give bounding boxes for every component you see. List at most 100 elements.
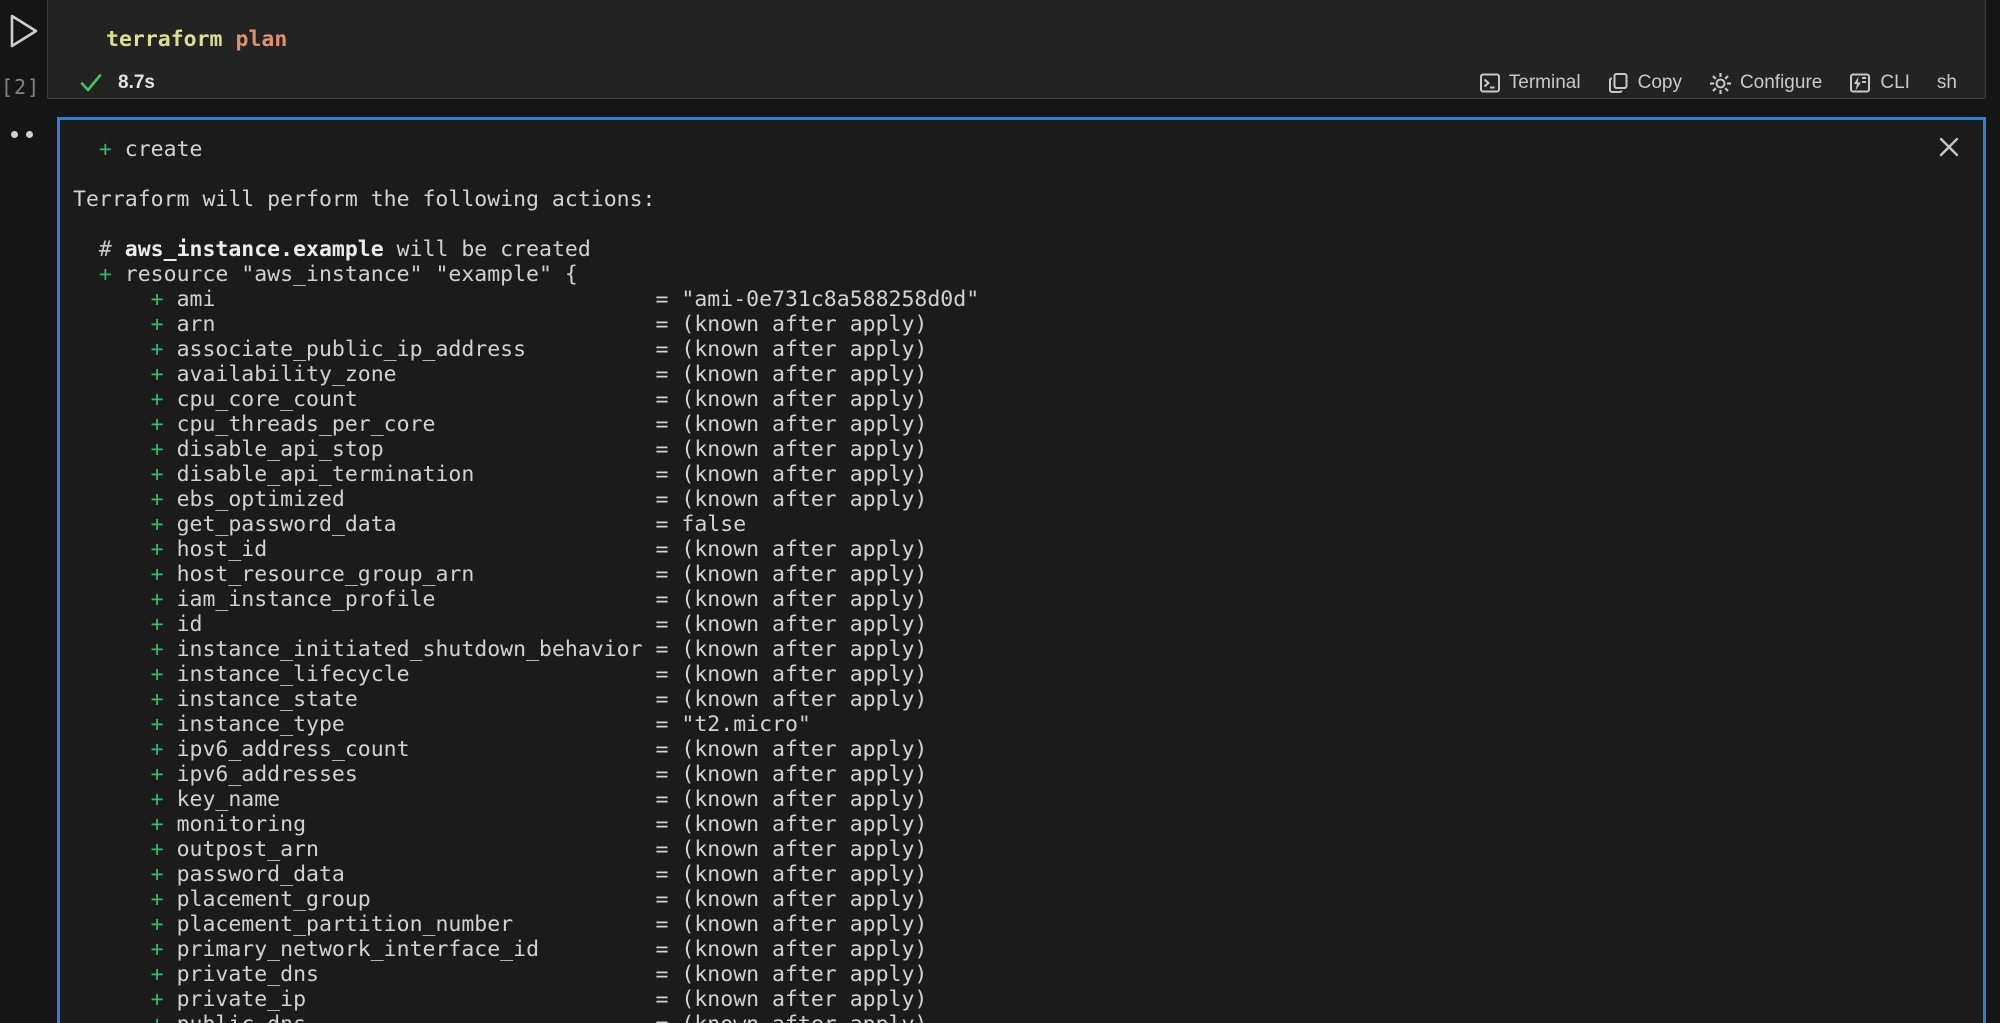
tf-attr-line: + arn = (known after apply) <box>73 312 1983 337</box>
add-symbol: + <box>151 612 164 637</box>
tf-attr-line: + cpu_threads_per_core = (known after ap… <box>73 412 1983 437</box>
tf-attr-line: + cpu_core_count = (known after apply) <box>73 387 1983 412</box>
run-cell-button[interactable] <box>7 12 41 50</box>
tf-attr-line: + monitoring = (known after apply) <box>73 812 1983 837</box>
attr-name: cpu_threads_per_core <box>177 412 643 437</box>
attr-name: outpost_arn <box>177 837 643 862</box>
close-icon <box>1937 135 1961 159</box>
add-symbol: + <box>151 537 164 562</box>
attr-value: (known after apply) <box>681 487 927 512</box>
dot-icon <box>11 131 18 138</box>
attr-name: disable_api_termination <box>177 462 643 487</box>
tf-attr-line: + primary_network_interface_id = (known … <box>73 937 1983 962</box>
tf-attr-line: + private_dns = (known after apply) <box>73 962 1983 987</box>
attr-value: (known after apply) <box>681 937 927 962</box>
add-symbol: + <box>151 312 164 337</box>
attr-value: (known after apply) <box>681 762 927 787</box>
add-symbol: + <box>151 887 164 912</box>
add-symbol: + <box>151 812 164 837</box>
tf-attr-line: + placement_partition_number = (known af… <box>73 912 1983 937</box>
attr-value: (known after apply) <box>681 787 927 812</box>
tf-attr-line: + ipv6_addresses = (known after apply) <box>73 762 1983 787</box>
attr-value: (known after apply) <box>681 412 927 437</box>
tf-intro-line: Terraform will perform the following act… <box>73 187 1983 212</box>
tf-attr-line: + password_data = (known after apply) <box>73 862 1983 887</box>
tf-attr-line: + get_password_data = false <box>73 512 1983 537</box>
attr-name: get_password_data <box>177 512 643 537</box>
add-symbol: + <box>151 637 164 662</box>
command-token-terraform: terraform <box>106 27 223 52</box>
attr-value: (known after apply) <box>681 987 927 1012</box>
language-indicator: sh <box>1937 72 1957 94</box>
add-symbol: + <box>151 662 164 687</box>
tf-resource-header-line: + resource "aws_instance" "example" { <box>73 262 1983 287</box>
terraform-output-text: + create Terraform will perform the follo… <box>60 120 1983 1023</box>
tf-attr-line: + instance_initiated_shutdown_behavior =… <box>73 637 1983 662</box>
configure-button[interactable]: Configure <box>1709 72 1822 95</box>
add-symbol: + <box>151 787 164 812</box>
attr-value: (known after apply) <box>681 437 927 462</box>
terminal-button-label: Terminal <box>1509 72 1581 94</box>
attr-name: iam_instance_profile <box>177 587 643 612</box>
tf-resource-comment-line: # aws_instance.example will be created <box>73 237 1983 262</box>
attr-value: (known after apply) <box>681 912 927 937</box>
tf-attr-line: + placement_group = (known after apply) <box>73 887 1983 912</box>
command-line[interactable]: terraformplan <box>106 27 300 52</box>
attr-value: (known after apply) <box>681 662 927 687</box>
close-output-button[interactable] <box>1935 134 1963 162</box>
attr-value: (known after apply) <box>681 362 927 387</box>
tf-attr-line: + key_name = (known after apply) <box>73 787 1983 812</box>
attr-value: (known after apply) <box>681 737 927 762</box>
tf-attr-line: + iam_instance_profile = (known after ap… <box>73 587 1983 612</box>
play-outline-icon <box>8 12 40 50</box>
terminal-icon <box>1479 72 1501 94</box>
attr-value: (known after apply) <box>681 312 927 337</box>
attr-name: primary_network_interface_id <box>177 937 643 962</box>
attr-name: disable_api_stop <box>177 437 643 462</box>
tf-attr-line: + public_dns = (known after apply) <box>73 1012 1983 1023</box>
add-symbol: + <box>151 712 164 737</box>
execution-count: [2] <box>1 75 43 99</box>
add-symbol: + <box>151 462 164 487</box>
add-symbol: + <box>151 962 164 987</box>
attr-value: (known after apply) <box>681 862 927 887</box>
attr-name: private_ip <box>177 987 643 1012</box>
tf-legend-line: + create <box>73 137 1983 162</box>
tf-attr-line: + ebs_optimized = (known after apply) <box>73 487 1983 512</box>
attr-name: ipv6_addresses <box>177 762 643 787</box>
tf-attr-line: + disable_api_stop = (known after apply) <box>73 437 1983 462</box>
attr-name: cpu_core_count <box>177 387 643 412</box>
add-symbol: + <box>151 1012 164 1023</box>
add-symbol: + <box>151 737 164 762</box>
attr-value: (known after apply) <box>681 1012 927 1023</box>
cell-actions-dots[interactable] <box>11 131 33 138</box>
add-symbol: + <box>151 512 164 537</box>
configure-button-label: Configure <box>1740 72 1822 94</box>
cli-button[interactable]: CLI <box>1849 72 1910 94</box>
attr-name: host_resource_group_arn <box>177 562 643 587</box>
tf-blank-line <box>73 162 1983 187</box>
add-symbol: + <box>151 487 164 512</box>
add-symbol: + <box>151 687 164 712</box>
add-symbol: + <box>151 912 164 937</box>
execution-duration: 8.7s <box>118 72 155 94</box>
resource-address: aws_instance.example <box>125 237 384 262</box>
attr-value: (known after apply) <box>681 537 927 562</box>
attr-value: (known after apply) <box>681 812 927 837</box>
cli-icon <box>1849 72 1872 94</box>
copy-button-label: Copy <box>1638 72 1682 94</box>
attr-value: (known after apply) <box>681 587 927 612</box>
copy-button[interactable]: Copy <box>1608 72 1682 94</box>
attr-name: password_data <box>177 862 643 887</box>
attr-name: placement_partition_number <box>177 912 643 937</box>
tf-attr-line: + host_id = (known after apply) <box>73 537 1983 562</box>
attr-value: (known after apply) <box>681 962 927 987</box>
attr-value: (known after apply) <box>681 837 927 862</box>
attr-name: instance_lifecycle <box>177 662 643 687</box>
copy-icon <box>1608 72 1630 94</box>
attr-value: (known after apply) <box>681 562 927 587</box>
terminal-button[interactable]: Terminal <box>1479 72 1581 94</box>
terraform-plan-output-panel: + create Terraform will perform the follo… <box>57 117 1986 1023</box>
attr-value: (known after apply) <box>681 687 927 712</box>
attr-name: instance_state <box>177 687 643 712</box>
